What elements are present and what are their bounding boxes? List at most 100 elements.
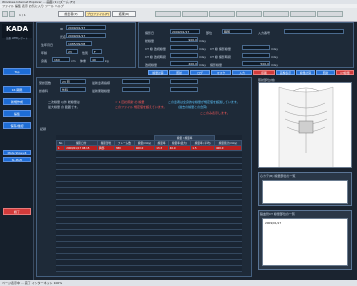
home-icon[interactable] (9, 11, 15, 17)
toolbar: 1 / 1 前患者(P) プロファイル(F) 結果(R) (0, 8, 357, 22)
patient-name-field[interactable]: 2009/01/17 (66, 33, 106, 38)
cell-dose-total[interactable]: 400.0 (213, 145, 243, 151)
exam-date-label: 撮影日 (145, 31, 155, 35)
cell-rate[interactable]: 13.3 (154, 145, 169, 151)
toolbar-slot-1[interactable] (155, 11, 181, 17)
sidebar-item-slmx[interactable]: SL-Mx/R (3, 157, 31, 162)
image-view-button[interactable]: 画像表示 (276, 70, 295, 75)
weight-label: 体重 (80, 59, 87, 63)
sex-field[interactable]: F (92, 49, 102, 54)
ct-dose-button[interactable]: CT線量 (336, 70, 354, 75)
ct-shot-time-unit: mGy (271, 55, 279, 59)
result-button[interactable]: 結果(R) (112, 11, 136, 17)
sidebar-item-period[interactable]: 16 期限 (3, 86, 31, 93)
body-figure[interactable] (258, 82, 352, 168)
department-field[interactable]: 外科 (60, 87, 86, 92)
department-label: 診療科 (39, 89, 49, 93)
ct-shot-time-label: CT 線 撮影時間 (210, 55, 231, 59)
patient-id-field[interactable]: 2009/01/17 (66, 25, 106, 30)
ct-shot-dose-label: CT 線 撮影線量 (210, 47, 231, 51)
height-field[interactable]: 160 (52, 57, 70, 62)
age-field[interactable]: 23 (66, 49, 78, 54)
ct-fluoro-dose-unit: mGy (199, 47, 207, 51)
latest-index-field[interactable] (122, 79, 150, 84)
table-empty-rows (56, 152, 242, 272)
info-combined: (過去の線量との合算) (178, 105, 208, 109)
sidebar-item-new[interactable]: 新規作成 (3, 98, 31, 105)
height-label: 身長 (41, 59, 48, 63)
fluoro-dose-label: 透視線量 (145, 63, 158, 67)
tab-dose-calc[interactable]: 線量計算 (148, 70, 168, 75)
prev-patient-button[interactable]: 前患者(P) (58, 11, 84, 17)
height-unit: cm (71, 59, 76, 63)
shot-dose-unit: mGy (271, 63, 279, 67)
cell-no[interactable]: 1 (55, 145, 66, 151)
sidebar-item-mode[interactable]: Mode Show+R (3, 150, 31, 155)
shot-dose-field[interactable]: 500.0 (242, 61, 270, 66)
ct-fluoro-time-field[interactable] (170, 53, 198, 58)
aux-field-2[interactable] (170, 87, 198, 92)
cell-frames[interactable]: 380 (113, 145, 135, 151)
warning-display-only: ここのみ表示します。 (200, 111, 230, 115)
warning-single-dose: ☆ 1 回の照射 の 線量 (115, 100, 145, 104)
table-row[interactable]: 1 2009/01/17 08:15 胸部 380 400.0 13.3 40.… (55, 145, 243, 151)
list-item[interactable]: 2009/01/17 (265, 221, 281, 225)
tab-input[interactable]: 入力 (232, 70, 252, 75)
exam-site-field[interactable]: 胸部 (222, 29, 252, 34)
toolbar-slot-3[interactable] (209, 11, 235, 17)
ct-shot-time-field[interactable] (242, 53, 270, 58)
tab-mask[interactable]: マスク (211, 70, 231, 75)
fluoro-dose-unit: mGy (199, 63, 207, 67)
page-indicator: 1 / 1 (19, 13, 26, 17)
birthdate-label: 生年月日 (41, 43, 54, 47)
sidebar-item-edit[interactable]: 編集 (3, 110, 31, 117)
irradiation-button[interactable]: 照射 (316, 70, 335, 75)
visit-count-field[interactable]: 23 回 (60, 79, 86, 84)
cell-rate-max[interactable]: 40.0 (167, 145, 192, 151)
tab-log[interactable]: ログ (190, 70, 210, 75)
profile-button[interactable]: プロファイル(F) (85, 11, 111, 17)
cerebral-ct-list[interactable]: 2009/01/17 (262, 218, 348, 266)
status-text: ページ表示中 ... 完了 インターネット 100% (2, 281, 63, 285)
exam-input-no-label: 入力番号 (258, 31, 271, 35)
records-title: 記録 (40, 127, 47, 131)
exam-site-label: 部位 (206, 31, 213, 35)
exam-date-field[interactable]: 2009/01/17 (170, 29, 200, 34)
visit-count-label: 受診回数 (39, 81, 52, 85)
weight-unit: kg (105, 59, 109, 63)
toolbar-slot-2[interactable] (182, 11, 208, 17)
warning-threshold: このファイル 規定値を超えています。 (115, 105, 167, 109)
tab-irradiation[interactable]: 照射 (169, 70, 189, 75)
total-dose-field[interactable]: 900.0 (170, 37, 198, 42)
birthdate-field[interactable]: 1985/09/08 (66, 41, 92, 46)
cerebral-ct-list-title: 脳血管CT 線量部位の一覧 (260, 212, 295, 216)
close-button[interactable]: 終了 (3, 208, 31, 215)
ct-fluoro-dose-field[interactable] (170, 45, 198, 50)
back-icon[interactable] (2, 11, 8, 17)
toolbar-slot-6[interactable] (290, 11, 316, 17)
latest-cumulative-field[interactable] (122, 87, 150, 92)
cell-dose[interactable]: 400.0 (133, 145, 156, 151)
sidebar-item-top[interactable]: Top (3, 68, 31, 75)
toolbar-slot-4[interactable] (236, 11, 262, 17)
print-button[interactable]: 印刷 (253, 70, 275, 75)
dose-calc-button[interactable]: 線量計算 (296, 70, 315, 75)
ct-fluoro-dose-label: CT 線 透視線量 (145, 47, 166, 51)
ct-shot-dose-field[interactable] (242, 45, 270, 50)
ct-fluoro-time-label: CT 線 透視時間 (145, 55, 166, 59)
weight-field[interactable]: 49 (90, 57, 104, 62)
torso-diagram-icon (259, 83, 351, 167)
toolbar-slot-5[interactable] (263, 11, 289, 17)
sidebar-item-save[interactable]: 保存/確認 (3, 122, 31, 129)
cell-site[interactable]: 胸部 (97, 145, 115, 151)
ct-shot-dose-unit: mGy (271, 47, 279, 51)
note-line-1: 二次線量 以外 総線量は (48, 100, 80, 104)
cell-rate-avg[interactable]: 1.5 (190, 145, 215, 151)
total-dose-label: 総線量 (145, 39, 155, 43)
exam-input-no-field[interactable] (284, 29, 344, 34)
catheter-list[interactable] (262, 180, 348, 204)
toolbar-slot-7[interactable] (317, 11, 343, 17)
fluoro-dose-field[interactable]: 400.0 (170, 61, 198, 66)
aux-field-1[interactable] (170, 79, 198, 84)
cell-date[interactable]: 2009/01/17 08:15 (64, 145, 99, 151)
